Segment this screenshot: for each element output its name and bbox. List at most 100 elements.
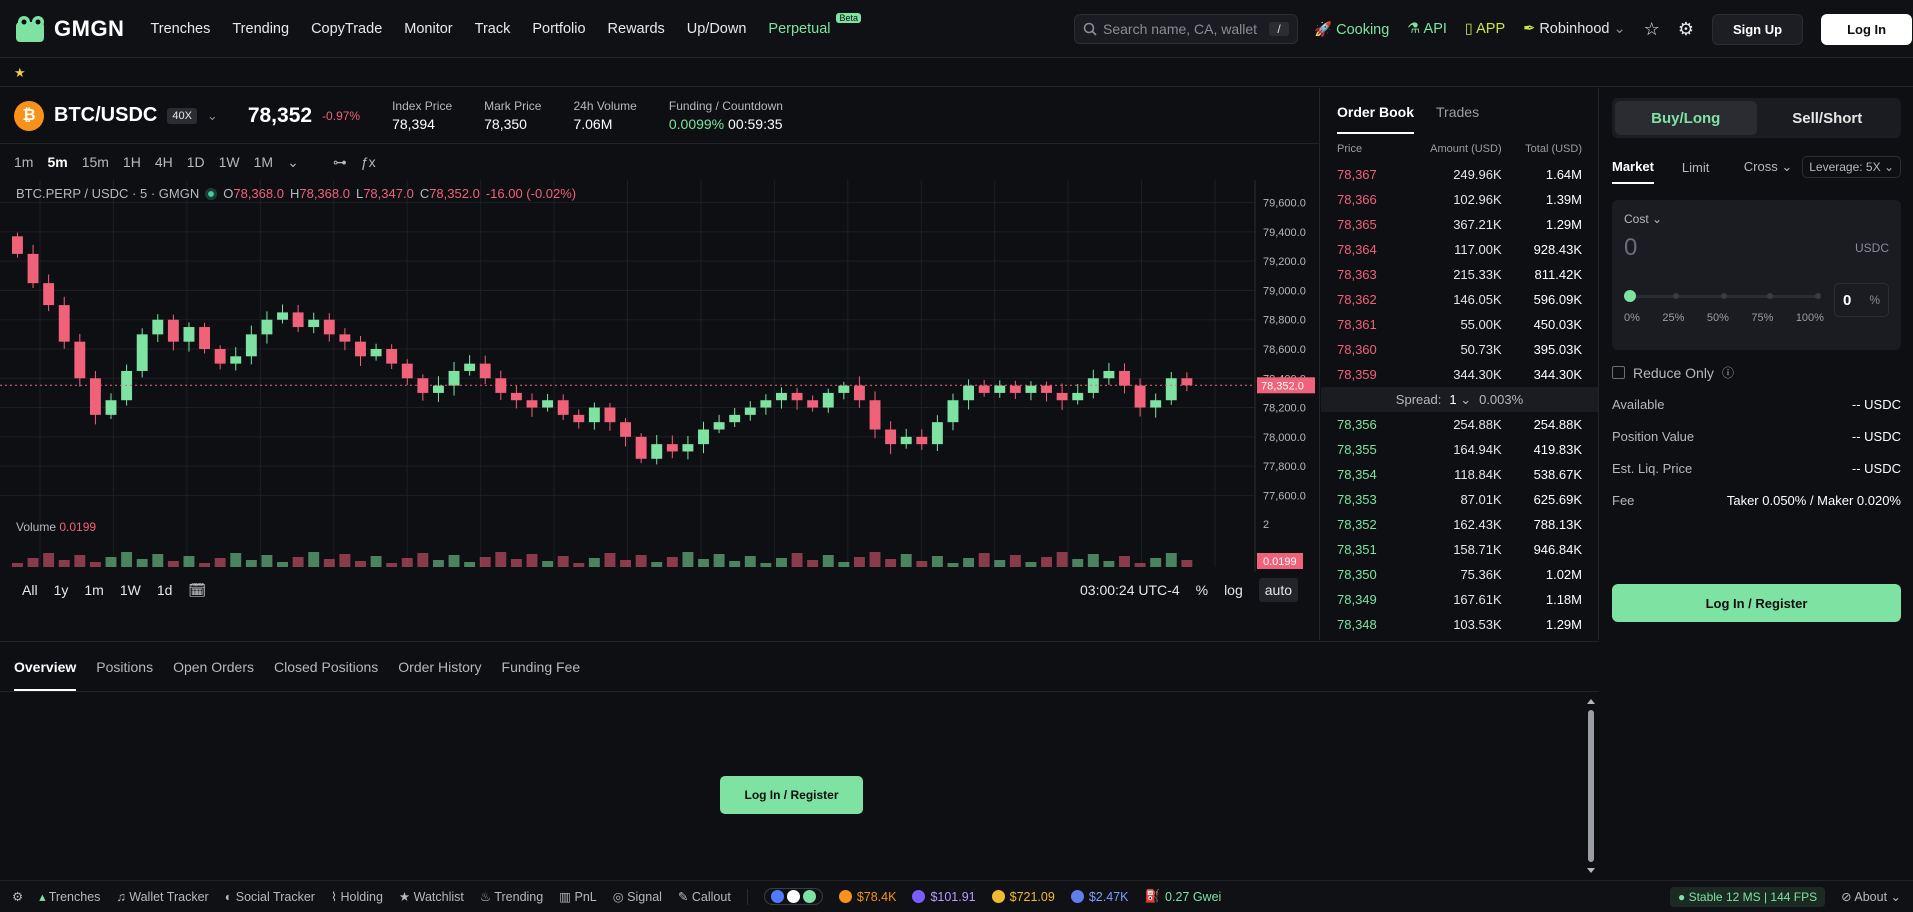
cost-input[interactable]: 0 USDC (1624, 234, 1889, 262)
ob-row[interactable]: 78,351 158.71K 946.84K (1321, 537, 1598, 562)
ob-row[interactable]: 78,352 162.43K 788.13K (1321, 512, 1598, 537)
ob-row[interactable]: 78,365 367.21K 1.29M (1321, 212, 1598, 237)
ob-row[interactable]: 78,366 102.96K 1.39M (1321, 187, 1598, 212)
auto-scale-button[interactable]: auto (1258, 578, 1298, 602)
pair-name[interactable]: BTC/USDC (54, 104, 157, 127)
cross-select[interactable]: Cross ⌄ (1744, 159, 1792, 183)
ob-row[interactable]: 78,350 75.36K 1.02M (1321, 562, 1598, 587)
tf-1d[interactable]: 1D (187, 154, 205, 170)
candle-chart[interactable]: 79,600.0 79,400.0 79,200.0 79,000.0 78,800.0… (0, 180, 1320, 600)
gear-icon[interactable]: ⚙ (1678, 19, 1694, 40)
ob-row[interactable]: 78,359 344.30K 344.30K (1321, 362, 1598, 387)
ob-row[interactable]: 78,363 215.33K 811.42K (1321, 262, 1598, 287)
api-link[interactable]: ⚗ API (1407, 21, 1447, 37)
sell-short-tab[interactable]: Sell/Short (1757, 101, 1899, 135)
nav-trenches[interactable]: Trenches (150, 21, 210, 37)
ob-row[interactable]: 78,367 249.96K 1.64M (1321, 162, 1598, 187)
pct-100[interactable]: 100% (1796, 312, 1824, 324)
range-1m[interactable]: 1m (84, 582, 103, 598)
tf-15m[interactable]: 15m (82, 154, 109, 170)
tf-1mo[interactable]: 1M (254, 154, 273, 170)
footer-watchlist[interactable]: ★ Watchlist (399, 889, 464, 904)
range-all[interactable]: All (22, 582, 38, 598)
trade-login-button[interactable]: Log In / Register (1612, 584, 1901, 622)
footer-social-tracker[interactable]: ◐ Social Tracker (225, 890, 315, 904)
info-icon[interactable]: ⓘ (1722, 364, 1734, 381)
ob-row[interactable]: 78,356 254.88K 254.88K (1321, 412, 1598, 437)
footer-pnl[interactable]: ▥ PnL (559, 889, 597, 904)
cost-select[interactable]: Cost ⌄ (1624, 212, 1889, 226)
ob-row[interactable]: 78,362 146.05K 596.09K (1321, 287, 1598, 312)
ob-row[interactable]: 78,360 50.73K 395.03K (1321, 337, 1598, 362)
pair-chevron-icon[interactable]: ⌄ (207, 108, 218, 124)
tab-funding-fee[interactable]: Funding Fee (502, 659, 581, 675)
size-slider[interactable] (1624, 288, 1824, 304)
footer-wallet-tracker[interactable]: ♫ Wallet Tracker (116, 890, 208, 904)
chart-svg[interactable]: 79,600.0 79,400.0 79,200.0 79,000.0 78,800.0… (0, 180, 1320, 572)
tab-order-history[interactable]: Order History (398, 659, 481, 675)
ob-row[interactable]: 78,355 164.94K 419.83K (1321, 437, 1598, 462)
ob-row[interactable]: 78,354 118.84K 538.67K (1321, 462, 1598, 487)
spread-select[interactable]: 1 ⌄ (1449, 392, 1471, 408)
tab-positions[interactable]: Positions (96, 659, 153, 675)
fx-indicator-icon[interactable]: ƒx (361, 154, 376, 170)
footer-settings-icon[interactable]: ⚙ (12, 889, 23, 904)
tab-trades[interactable]: Trades (1436, 104, 1479, 120)
tab-overview[interactable]: Overview (14, 659, 77, 691)
about-menu[interactable]: ⊘ About ⌄ (1841, 889, 1901, 904)
positions-login-button[interactable]: Log In / Register (720, 776, 863, 814)
footer-signal[interactable]: ◎ Signal (613, 889, 662, 904)
footer-trending[interactable]: ♨ Trending (480, 889, 543, 904)
chain-selector[interactable] (763, 888, 823, 905)
robinhood-dropdown[interactable]: ✒ Robinhood ⌄ (1523, 21, 1626, 37)
reduce-only-checkbox[interactable] (1612, 366, 1625, 379)
tf-chevron-icon[interactable]: ⌄ (287, 154, 299, 171)
tab-closed-positions[interactable]: Closed Positions (274, 659, 378, 675)
gmgn-logo[interactable]: GMGN (14, 14, 124, 44)
nav-monitor[interactable]: Monitor (404, 21, 452, 37)
ob-row[interactable]: 78,364 117.00K 928.43K (1321, 237, 1598, 262)
ob-row[interactable]: 78,348 103.53K 1.29M (1321, 612, 1598, 637)
app-link[interactable]: ▯ APP (1465, 21, 1505, 37)
log-in-button[interactable]: Log In (1821, 13, 1913, 45)
favorite-star-icon[interactable]: ★ (14, 65, 26, 80)
tf-4h[interactable]: 4H (155, 154, 173, 170)
indicator-compare-icon[interactable]: ⊶ (333, 154, 347, 171)
footer-holding[interactable]: ⌇ Holding (331, 889, 383, 904)
footer-trenches[interactable]: ▴ Trenches (39, 889, 100, 904)
buy-long-tab[interactable]: Buy/Long (1615, 101, 1757, 135)
cooking-link[interactable]: 🚀 Cooking (1314, 21, 1389, 38)
pct-25[interactable]: 25% (1662, 312, 1684, 324)
nav-portfolio[interactable]: Portfolio (532, 21, 585, 37)
tf-1w[interactable]: 1W (219, 154, 240, 170)
leverage-select[interactable]: Leverage: 5X ⌄ (1802, 156, 1901, 178)
calendar-icon[interactable]: 🗓 (188, 582, 206, 599)
nav-rewards[interactable]: Rewards (608, 21, 665, 37)
ob-row[interactable]: 78,349 167.61K 1.18M (1321, 587, 1598, 612)
tf-1h[interactable]: 1H (123, 154, 141, 170)
star-icon[interactable]: ☆ (1644, 19, 1660, 40)
scrollbar[interactable] (1585, 698, 1597, 874)
range-1w[interactable]: 1W (120, 582, 141, 598)
market-tab[interactable]: Market (1612, 159, 1654, 184)
tf-5m[interactable]: 5m (47, 154, 67, 170)
sign-up-button[interactable]: Sign Up (1711, 13, 1804, 45)
nav-trending[interactable]: Trending (232, 21, 289, 37)
ob-row[interactable]: 78,361 55.00K 450.03K (1321, 312, 1598, 337)
range-1d[interactable]: 1d (157, 582, 173, 598)
pct-50[interactable]: 50% (1707, 312, 1729, 324)
percent-scale-button[interactable]: % (1196, 582, 1208, 598)
log-scale-button[interactable]: log (1224, 582, 1243, 598)
search-box[interactable]: Search name, CA, wallet / (1074, 14, 1298, 44)
nav-updown[interactable]: Up/Down (687, 21, 747, 37)
tab-open-orders[interactable]: Open Orders (173, 659, 254, 675)
pct-0[interactable]: 0% (1624, 312, 1640, 324)
range-1y[interactable]: 1y (54, 582, 69, 598)
tf-1m[interactable]: 1m (14, 154, 33, 170)
percent-input[interactable]: 0 % (1834, 283, 1889, 317)
footer-callout[interactable]: ✎ Callout (678, 889, 731, 904)
limit-tab[interactable]: Limit (1682, 160, 1709, 183)
pct-75[interactable]: 75% (1751, 312, 1773, 324)
nav-copytrade[interactable]: CopyTrade (311, 21, 382, 37)
nav-perpetual[interactable]: Perpetual Beta (768, 12, 861, 37)
